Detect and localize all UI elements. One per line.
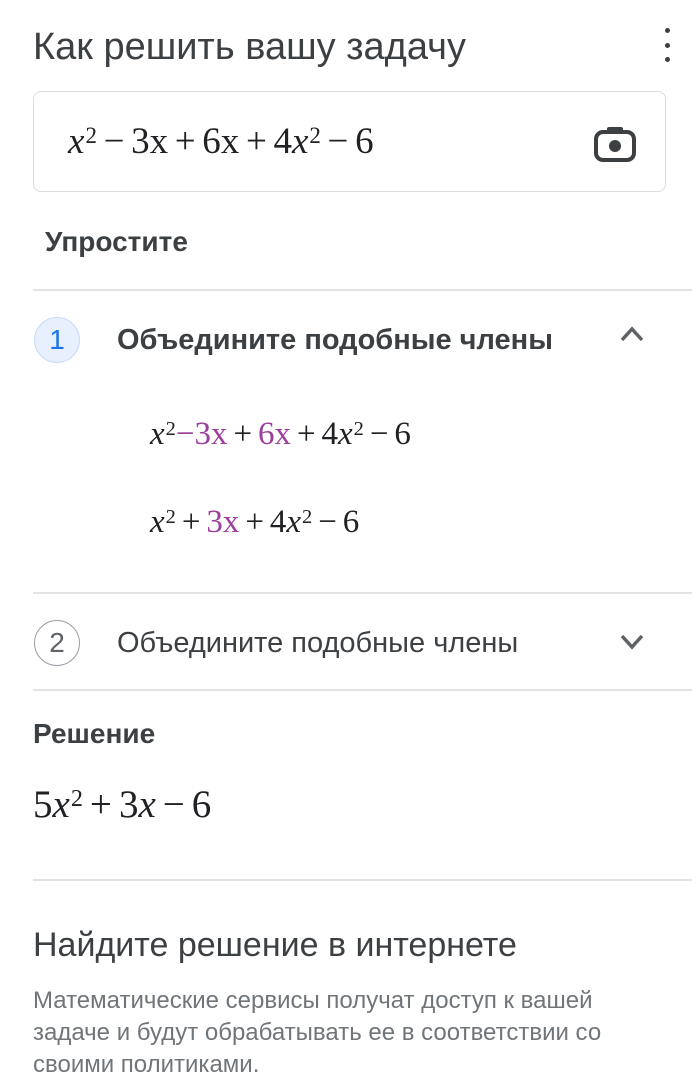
task-label: Упростите xyxy=(45,226,188,257)
step-number-badge: 1 xyxy=(34,317,80,363)
more-vert-icon[interactable] xyxy=(655,28,679,62)
solution-label: Решение xyxy=(33,718,156,749)
divider xyxy=(33,289,692,291)
step-expression-line: x2 +3x +4x2−6 xyxy=(150,504,360,540)
chevron-down-icon[interactable] xyxy=(619,632,645,652)
divider xyxy=(33,879,692,881)
solution-expression: 5x2 +3x −6 xyxy=(33,783,212,826)
web-section-description: Математические сервисы получат доступ к … xyxy=(33,987,602,1078)
page-title: Как решить вашу задачу xyxy=(33,26,466,68)
divider xyxy=(33,592,692,594)
step-title[interactable]: Объедините подобные члены xyxy=(117,324,553,357)
chevron-up-icon[interactable] xyxy=(619,324,645,344)
problem-expression[interactable]: x2−3x +6x +4x2−6 xyxy=(68,120,374,163)
step-title[interactable]: Объедините подобные члены xyxy=(117,627,518,660)
step-expression-line: x2−3x +6x +4x2−6 xyxy=(150,416,411,452)
camera-icon[interactable] xyxy=(594,126,636,162)
divider xyxy=(33,689,692,691)
step-number-badge: 2 xyxy=(34,620,80,666)
web-section-title: Найдите решение в интернете xyxy=(33,926,517,964)
